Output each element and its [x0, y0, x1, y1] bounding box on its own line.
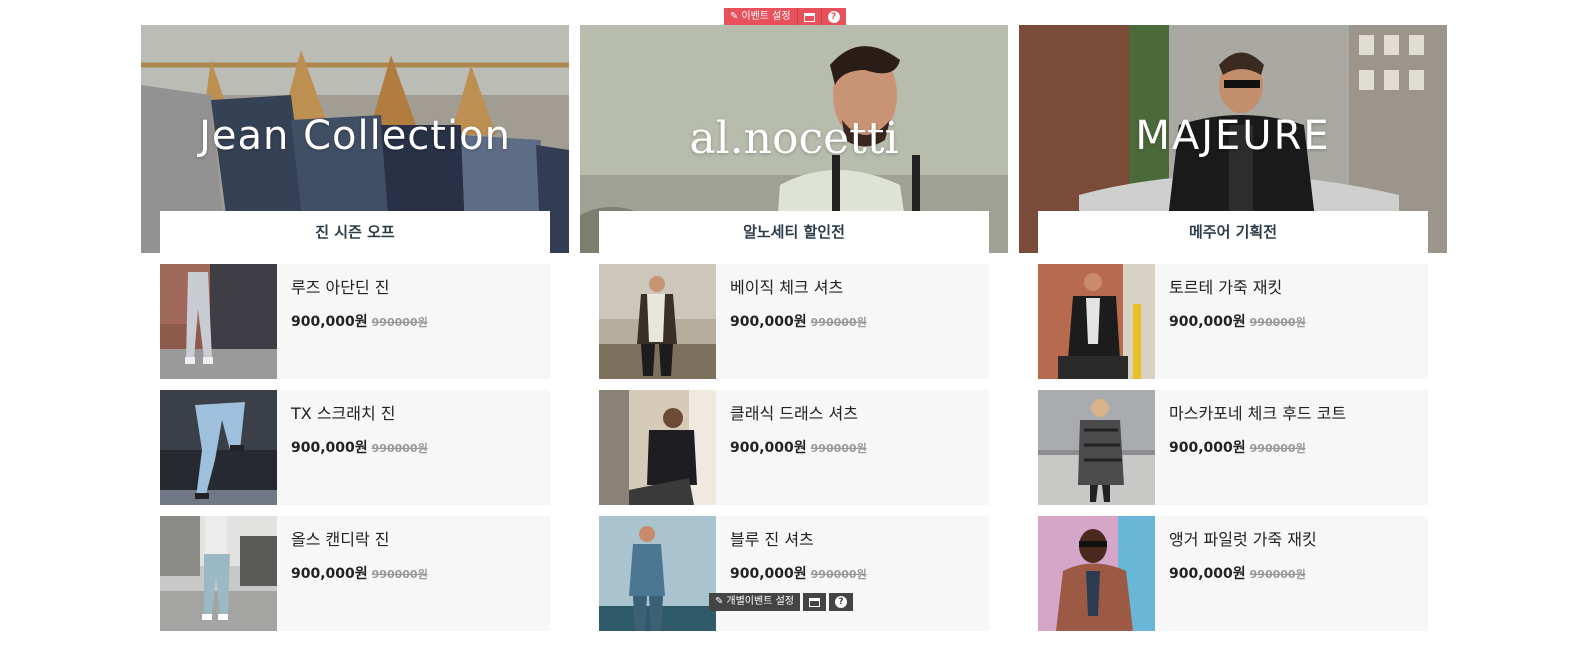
original-price: 990000원: [1249, 568, 1306, 581]
help-icon: ?: [827, 11, 840, 23]
product-prices: 900,000원 990000원: [730, 437, 867, 457]
product-list: 루즈 아단딘 진 900,000원 990000원 TX 스크래치 진 900,…: [141, 253, 569, 631]
event-column: MAJEURE 메주어 기획전 토르테 가죽 재킷 900,000원 99000…: [1019, 25, 1447, 631]
original-price: 990000원: [371, 316, 428, 329]
product-image: [599, 264, 716, 379]
sale-price: 900,000원: [730, 314, 807, 330]
event-banner[interactable]: al.nocetti 알노세티 할인전: [580, 25, 1008, 253]
product-prices: 900,000원 990000원: [730, 311, 867, 331]
item-window-button[interactable]: [802, 593, 826, 611]
product-name: 앵거 파일럿 가죽 재킷: [1169, 530, 1317, 549]
product-image: [1038, 390, 1155, 505]
original-price: 990000원: [1249, 442, 1306, 455]
product-info: 마스카포네 체크 후드 코트 900,000원 990000원: [1155, 390, 1360, 505]
product-name: 마스카포네 체크 후드 코트: [1169, 404, 1347, 423]
banner-label: 알노세티 할인전: [599, 211, 989, 253]
window-button[interactable]: [797, 8, 822, 26]
product-name: 클래식 드래스 셔츠: [730, 404, 858, 423]
product-name: 루즈 아단딘 진: [291, 278, 390, 297]
original-price: 990000원: [810, 442, 867, 455]
original-price: 990000원: [810, 316, 867, 329]
product-image: [599, 390, 716, 505]
original-price: 990000원: [810, 568, 867, 581]
help-icon: ?: [834, 596, 847, 608]
product-card[interactable]: TX 스크래치 진 900,000원 990000원: [160, 390, 550, 505]
sale-price: 900,000원: [1169, 314, 1246, 330]
event-column: al.nocetti 알노세티 할인전 베이직 체크 셔츠 900,000원 9…: [580, 25, 1008, 631]
product-info: 블루 진 셔츠 900,000원 990000원: [716, 516, 881, 631]
original-price: 990000원: [371, 442, 428, 455]
product-info: TX 스크래치 진 900,000원 990000원: [277, 390, 442, 505]
individual-event-settings-label: 개별이벤트 설정: [726, 596, 794, 607]
sale-price: 900,000원: [291, 566, 368, 582]
window-icon: [808, 597, 820, 607]
product-image: [1038, 264, 1155, 379]
banner-label: 진 시즌 오프: [160, 211, 550, 253]
product-prices: 900,000원 990000원: [291, 437, 428, 457]
product-name: 블루 진 셔츠: [730, 530, 814, 549]
original-price: 990000원: [371, 568, 428, 581]
product-info: 루즈 아단딘 진 900,000원 990000원: [277, 264, 442, 379]
product-card[interactable]: 앵거 파일럿 가죽 재킷 900,000원 990000원: [1038, 516, 1428, 631]
product-prices: 900,000원 990000원: [291, 563, 428, 583]
product-info: 앵거 파일럿 가죽 재킷 900,000원 990000원: [1155, 516, 1331, 631]
page: ✎ 이벤트 설정 ? Jean Collection 진 시즌 오프 루즈 아단…: [0, 0, 1587, 647]
product-info: 올스 캔디락 진 900,000원 990000원: [277, 516, 442, 631]
product-image: [599, 516, 716, 631]
brand-name: MAJEURE: [1135, 113, 1331, 159]
product-info: 클래식 드래스 셔츠 900,000원 990000원: [716, 390, 881, 505]
product-list: 베이직 체크 셔츠 900,000원 990000원 클래식 드래스 셔츠 90…: [580, 253, 1008, 631]
product-card[interactable]: 루즈 아단딘 진 900,000원 990000원: [160, 264, 550, 379]
product-name: TX 스크래치 진: [291, 404, 396, 423]
product-card[interactable]: 토르테 가죽 재킷 900,000원 990000원: [1038, 264, 1428, 379]
product-prices: 900,000원 990000원: [1169, 437, 1346, 457]
admin-toolbar: ✎ 이벤트 설정 ?: [724, 8, 846, 26]
sale-price: 900,000원: [1169, 440, 1246, 456]
product-card[interactable]: 올스 캔디락 진 900,000원 990000원: [160, 516, 550, 631]
product-card[interactable]: 클래식 드래스 셔츠 900,000원 990000원: [599, 390, 989, 505]
brand-name: al.nocetti: [689, 113, 899, 164]
event-banner[interactable]: MAJEURE 메주어 기획전: [1019, 25, 1447, 253]
product-name: 베이직 체크 셔츠: [730, 278, 844, 297]
product-image: [160, 264, 277, 379]
window-icon: [803, 12, 815, 22]
banner-label: 메주어 기획전: [1038, 211, 1428, 253]
event-columns: Jean Collection 진 시즌 오프 루즈 아단딘 진 900,000…: [141, 25, 1447, 631]
product-card[interactable]: 블루 진 셔츠 900,000원 990000원: [599, 516, 989, 631]
product-prices: 900,000원 990000원: [291, 311, 428, 331]
product-prices: 900,000원 990000원: [1169, 311, 1306, 331]
product-card[interactable]: 마스카포네 체크 후드 코트 900,000원 990000원: [1038, 390, 1428, 505]
product-image: [160, 390, 277, 505]
event-settings-button[interactable]: ✎ 이벤트 설정: [724, 8, 798, 26]
sale-price: 900,000원: [291, 314, 368, 330]
sale-price: 900,000원: [291, 440, 368, 456]
product-info: 토르테 가죽 재킷 900,000원 990000원: [1155, 264, 1320, 379]
product-info: 베이직 체크 셔츠 900,000원 990000원: [716, 264, 881, 379]
product-image: [1038, 516, 1155, 631]
edit-icon: ✎: [715, 596, 724, 607]
event-settings-label: 이벤트 설정: [741, 11, 791, 22]
sale-price: 900,000원: [730, 440, 807, 456]
item-toolbar: ✎ 개별이벤트 설정 ?: [709, 593, 853, 611]
product-image: [160, 516, 277, 631]
sale-price: 900,000원: [1169, 566, 1246, 582]
event-column: Jean Collection 진 시즌 오프 루즈 아단딘 진 900,000…: [141, 25, 569, 631]
event-banner[interactable]: Jean Collection 진 시즌 오프: [141, 25, 569, 253]
product-name: 토르테 가죽 재킷: [1169, 278, 1283, 297]
brand-name: Jean Collection: [199, 113, 511, 159]
individual-event-settings-button[interactable]: ✎ 개별이벤트 설정: [709, 593, 800, 611]
product-name: 올스 캔디락 진: [291, 530, 390, 549]
sale-price: 900,000원: [730, 566, 807, 582]
edit-icon: ✎: [730, 11, 739, 22]
original-price: 990000원: [1249, 316, 1306, 329]
product-prices: 900,000원 990000원: [1169, 563, 1317, 583]
product-list: 토르테 가죽 재킷 900,000원 990000원 마스카포네 체크 후드 코…: [1019, 253, 1447, 631]
help-button[interactable]: ?: [821, 8, 846, 26]
product-prices: 900,000원 990000원: [730, 563, 867, 583]
item-help-button[interactable]: ?: [828, 593, 853, 611]
product-card[interactable]: 베이직 체크 셔츠 900,000원 990000원: [599, 264, 989, 379]
